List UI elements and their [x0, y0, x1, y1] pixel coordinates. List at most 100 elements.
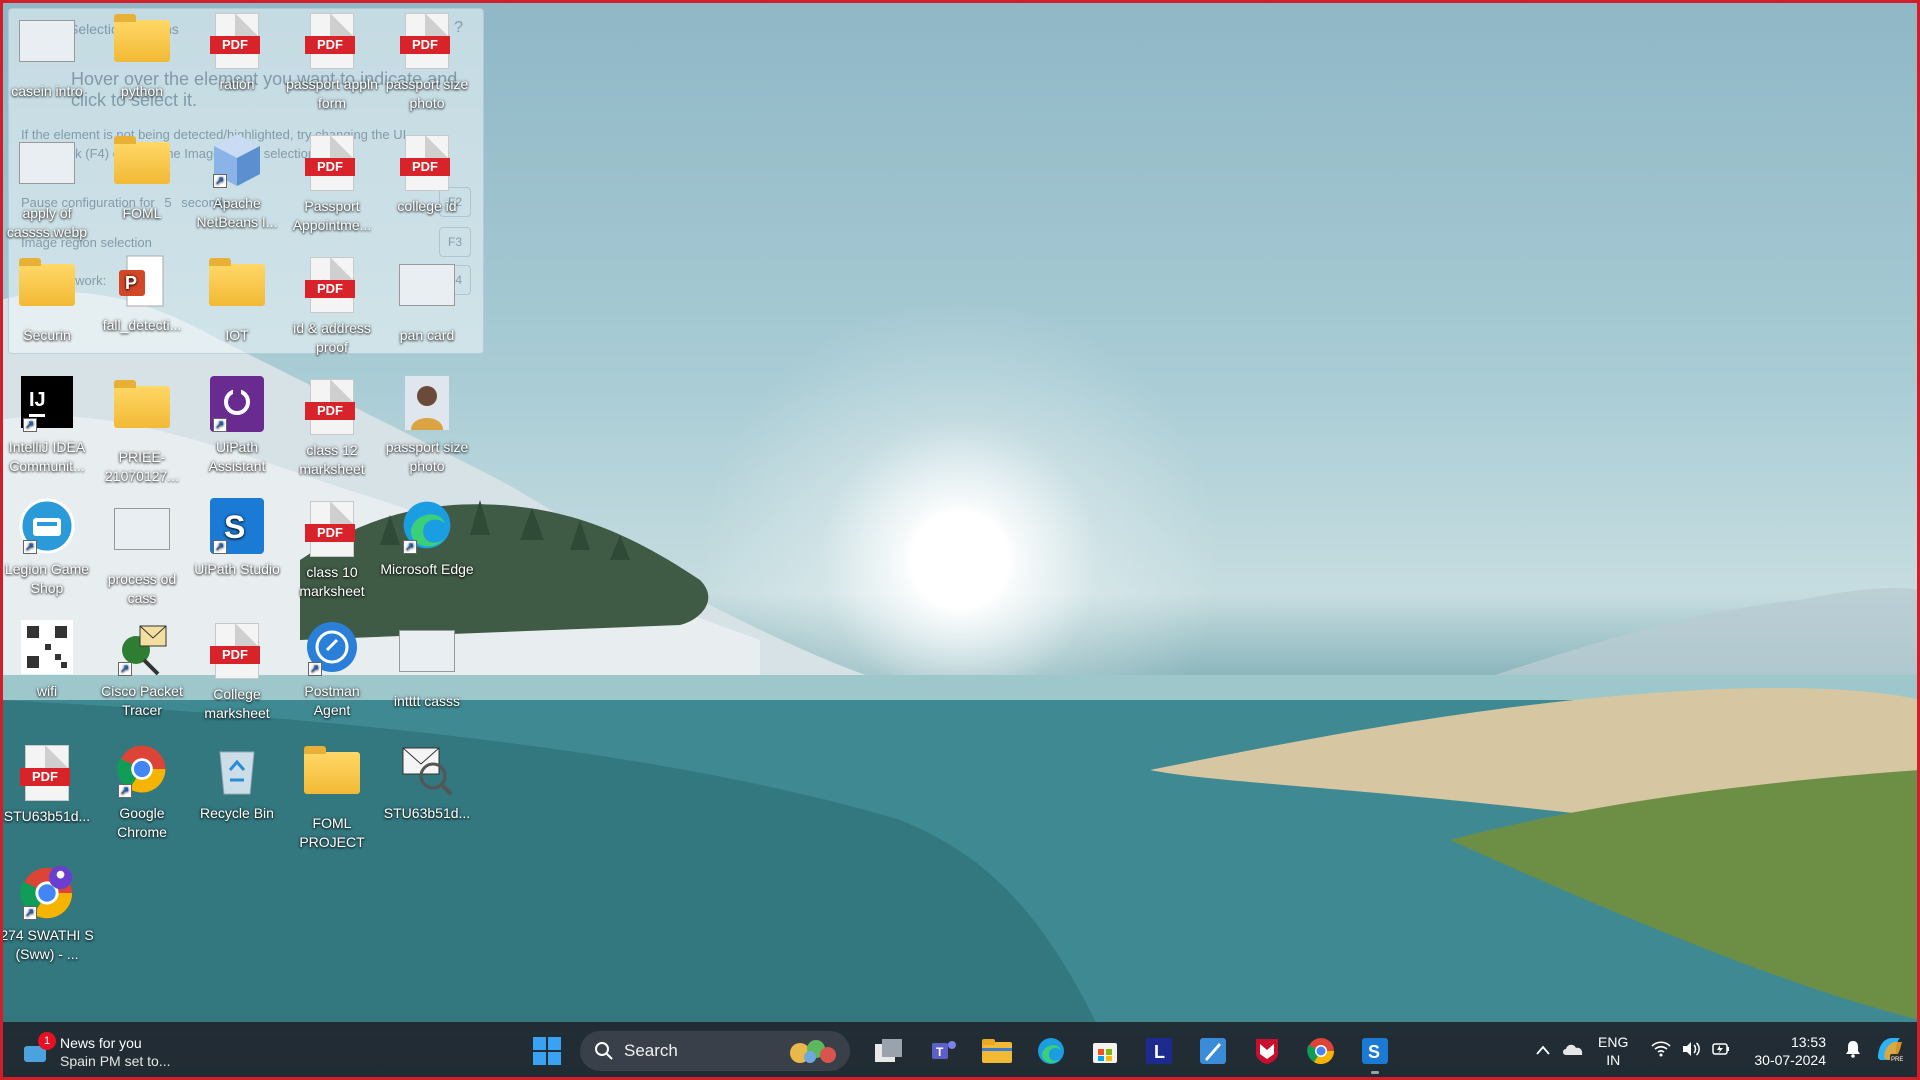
news-widget[interactable]: 1 News for you Spain PM set to... — [22, 1032, 171, 1072]
desktop-icon-stu63b51d[interactable]: STU63b51d... — [380, 742, 474, 823]
svg-text:L: L — [1154, 1042, 1165, 1062]
desktop-icon-label: UiPath Assistant — [208, 439, 266, 474]
show-hidden-icons-icon[interactable] — [1528, 1042, 1558, 1060]
desktop-icon-iot[interactable]: IOT — [190, 254, 284, 345]
desktop-icon-stu63b51d[interactable]: PDF STU63b51d... — [0, 742, 94, 826]
desktop-icon-recycle-bin[interactable]: Recycle Bin — [190, 742, 284, 823]
desktop-icon-274-swathi-s-sww[interactable]: 274 SWATHI S (Sww) - ... — [0, 864, 94, 964]
desktop-icon-uipath-assistant[interactable]: UiPath Assistant — [190, 376, 284, 476]
desktop-icon-label: class 12 marksheet — [299, 442, 365, 477]
desktop-icon-label: College marksheet — [204, 686, 270, 721]
pdf-icon: PDF — [302, 257, 362, 317]
desktop-icon-fall-detecti[interactable]: Pfall_detecti... — [95, 254, 189, 335]
teams-button[interactable]: T — [919, 1027, 967, 1075]
store-button[interactable] — [1081, 1027, 1129, 1075]
start-button[interactable] — [523, 1027, 571, 1075]
desktop-icon-label: STU63b51d... — [3, 808, 91, 824]
search-icon — [595, 1042, 613, 1060]
shortcut-arrow-icon — [23, 538, 37, 557]
mcafee-button[interactable] — [1243, 1027, 1291, 1075]
folder-icon — [112, 136, 172, 202]
volume-icon — [1676, 1041, 1706, 1062]
quick-settings[interactable] — [1646, 1040, 1736, 1062]
desktop-icon-foml[interactable]: FOML — [95, 132, 189, 223]
store-icon — [1093, 1043, 1117, 1063]
task-view-button[interactable] — [865, 1027, 913, 1075]
key-f3: F3 — [439, 227, 471, 257]
desktop-icon-postman-agent[interactable]: Postman Agent — [285, 620, 379, 720]
desktop-icon-label: Securin — [23, 327, 71, 343]
desktop-icon-label: Postman Agent — [304, 683, 360, 718]
pdf-icon: PDF — [397, 135, 457, 195]
shortcut-arrow-icon — [213, 538, 227, 557]
pdf-icon: PDF — [397, 13, 457, 73]
desktop-icon-id-address-proof[interactable]: PDF id & address proof — [285, 254, 379, 357]
legion-icon — [17, 498, 77, 558]
desktop-icon-college-id[interactable]: PDF college id — [380, 132, 474, 216]
desktop-icon-class-10-marksheet[interactable]: PDF class 10 marksheet — [285, 498, 379, 601]
notification-bell-icon[interactable] — [1838, 1040, 1868, 1063]
uipath-studio-button[interactable]: S — [1351, 1027, 1399, 1075]
taskbar-search-box[interactable]: Search — [580, 1031, 850, 1071]
desktop-icon-legion-game-shop[interactable]: Legion Game Shop — [0, 498, 94, 598]
news-title: News for you — [60, 1035, 142, 1051]
clock[interactable]: 13:53 30-07-2024 — [1754, 1033, 1826, 1069]
desktop-icon-pan-card[interactable]: pan card — [380, 254, 474, 345]
pdf-icon: PDF — [207, 623, 267, 683]
taskbar-center: Search T L S — [520, 1022, 1402, 1080]
netbeans-icon — [207, 132, 267, 192]
shortcut-arrow-icon — [118, 660, 132, 679]
desktop-icon-intellij-idea-communit[interactable]: IJ IntelliJ IDEA Communit... — [0, 376, 94, 476]
desktop-icon-casein-intro[interactable]: casein intro — [0, 10, 94, 101]
onedrive-icon[interactable] — [1558, 1042, 1588, 1061]
desktop-icon-passport-appointme[interactable]: PDF Passport Appointme... — [285, 132, 379, 235]
folder-icon — [17, 258, 77, 324]
shortcut-arrow-icon — [118, 782, 132, 801]
copilot-icon[interactable]: PRE — [1874, 1034, 1910, 1069]
system-tray: ENG IN 13:53 30-07-2024 PRE — [1528, 1022, 1920, 1080]
desktop-icon-foml-project[interactable]: FOML PROJECT — [285, 742, 379, 852]
desktop-icon-apply-of-cassss-webp[interactable]: apply of cassss.webp — [0, 132, 94, 242]
desktop-icon-python[interactable]: python — [95, 10, 189, 101]
desktop-icon-securin[interactable]: Securin — [0, 254, 94, 345]
desktop-icon-passport-appln-form[interactable]: PDF passport appln form — [285, 10, 379, 113]
svg-text:IJ: IJ — [29, 389, 46, 411]
desktop-icon-class-12-marksheet[interactable]: PDF class 12 marksheet — [285, 376, 379, 479]
pdf-icon: PDF — [302, 135, 362, 195]
file-explorer-button[interactable] — [973, 1027, 1021, 1075]
desktop-icon-label: class 10 marksheet — [299, 564, 365, 599]
clock-time: 13:53 — [1790, 1034, 1826, 1050]
desktop-icon-cisco-packet-tracer[interactable]: Cisco Packet Tracer — [95, 620, 189, 720]
edge-icon — [1038, 1038, 1064, 1064]
folder-icon — [112, 14, 172, 80]
desktop-icon-passport-size-photo[interactable]: PDF passport size photo — [380, 10, 474, 113]
svg-text:S: S — [1368, 1042, 1380, 1062]
folder-icon — [302, 746, 362, 812]
desktop-icon-passport-size-photo[interactable]: passport size photo — [380, 376, 474, 476]
desktop-icon-apache-netbeans-i[interactable]: Apache NetBeans I... — [190, 132, 284, 232]
desktop-icon-uipath-studio[interactable]: S UiPath Studio — [190, 498, 284, 579]
uipath-icon — [207, 376, 267, 436]
chrome-button[interactable] — [1297, 1027, 1345, 1075]
edge-button[interactable] — [1027, 1027, 1075, 1075]
desktop-icon-label: casein intro — [11, 83, 83, 99]
folder-icon — [982, 1039, 1012, 1063]
desktop-icon-google-chrome[interactable]: Google Chrome — [95, 742, 189, 842]
desktop-icon-microsoft-edge[interactable]: Microsoft Edge — [380, 498, 474, 579]
desktop-icon-priee-21070127[interactable]: PRIEE-21070127... — [95, 376, 189, 486]
desktop-icon-label: process od cass — [107, 571, 177, 606]
desktop-icon-label: college id — [397, 198, 457, 214]
desktop-icon-college-marksheet[interactable]: PDF College marksheet — [190, 620, 284, 723]
desktop-icon-process-od-cass[interactable]: process od cass — [95, 498, 189, 608]
desktop-icon-label: PRIEE-21070127... — [105, 449, 179, 484]
desktop-icon-intttt-casss[interactable]: intttt casss — [380, 620, 474, 711]
desktop-icon-wifi[interactable]: wifi — [0, 620, 94, 701]
uipath-assistant-button[interactable] — [1189, 1027, 1237, 1075]
desktop-icon-label: IntelliJ IDEA Communit... — [8, 439, 86, 474]
lenovo-button[interactable]: L — [1135, 1027, 1183, 1075]
desktop-icon-ration[interactable]: PDF ration — [190, 10, 284, 94]
news-badge: 1 — [38, 1032, 56, 1050]
desktop-icon-label: python — [120, 83, 164, 99]
language-indicator[interactable]: ENG IN — [1598, 1033, 1628, 1069]
desktop-icon-label: UiPath Studio — [194, 561, 280, 577]
